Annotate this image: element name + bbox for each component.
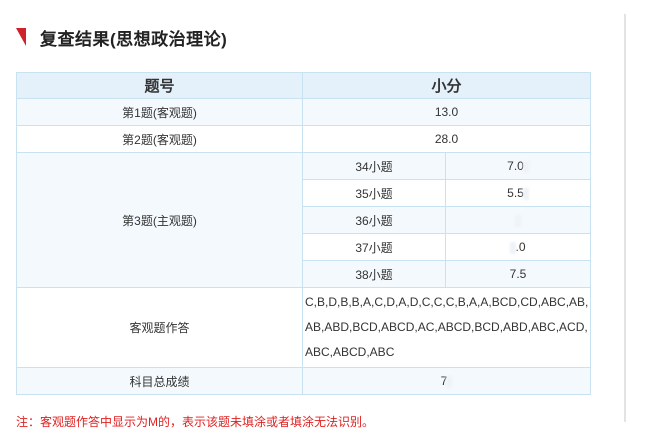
table-row: 科目总成绩 7 (16, 367, 592, 395)
right-divider (624, 14, 626, 422)
sub-item-score-text: .0 (515, 240, 526, 254)
section-title: 复查结果(思想政治理论) (40, 29, 228, 49)
row-score: 13.0 (301, 98, 592, 126)
sub-item-score-text: 5.5 (507, 186, 524, 200)
objective-answers-label: 客观题作答 (16, 287, 303, 368)
subjective-label: 第3题(主观题) (16, 152, 303, 288)
sub-item-score: 7.0 (444, 152, 592, 180)
objective-answers-value: C,B,D,B,B,A,C,D,A,D,C,C,C,B,A,A,BCD,CD,A… (301, 287, 592, 368)
table-row: 第2题(客观题) 28.0 (16, 125, 592, 153)
header-question-number: 题号 (16, 72, 303, 99)
sub-item-score: 5.5 (444, 179, 592, 207)
row-label: 第1题(客观题) (16, 98, 303, 126)
blurred-mask (446, 375, 453, 388)
sub-item-score (444, 206, 592, 234)
sub-item-score: .0 (444, 233, 592, 261)
sub-item-name: 36小题 (302, 206, 446, 234)
row-label: 第2题(客观题) (16, 125, 303, 153)
blurred-mask (522, 160, 529, 173)
table-row: 第3题(主观题) 34小题 7.0 (16, 152, 592, 288)
header-score: 小分 (301, 72, 592, 99)
blurred-mask (514, 214, 521, 227)
section-header: 复查结果(思想政治理论) (16, 26, 228, 49)
sub-item-score-text: 7.0 (507, 159, 524, 173)
blurred-mask (522, 187, 529, 200)
results-table: 题号 小分 第1题(客观题) 13.0 第2题(客观题) 28.0 第3题(主观… (16, 72, 592, 395)
table-row: 第1题(客观题) 13.0 (16, 98, 592, 126)
blurred-mask (509, 241, 516, 254)
sub-item-score: 7.5 (444, 260, 592, 288)
title-marker-icon (16, 28, 26, 46)
table-header-row: 题号 小分 (16, 72, 592, 99)
table-row: 客观题作答 C,B,D,B,B,A,C,D,A,D,C,C,C,B,A,A,BC… (16, 287, 592, 368)
footnote: 注：客观题作答中显示为M的，表示该题未填涂或者填涂无法识别。 (16, 415, 374, 429)
total-score-label: 科目总成绩 (16, 367, 303, 395)
row-score: 28.0 (301, 125, 592, 153)
sub-item-score-text: 7.5 (509, 267, 527, 281)
total-score-value: 7 (301, 367, 592, 395)
sub-item-name: 35小题 (302, 179, 446, 207)
sub-item-name: 34小题 (302, 152, 446, 180)
sub-item-name: 37小题 (302, 233, 446, 261)
sub-item-name: 38小题 (302, 260, 446, 288)
